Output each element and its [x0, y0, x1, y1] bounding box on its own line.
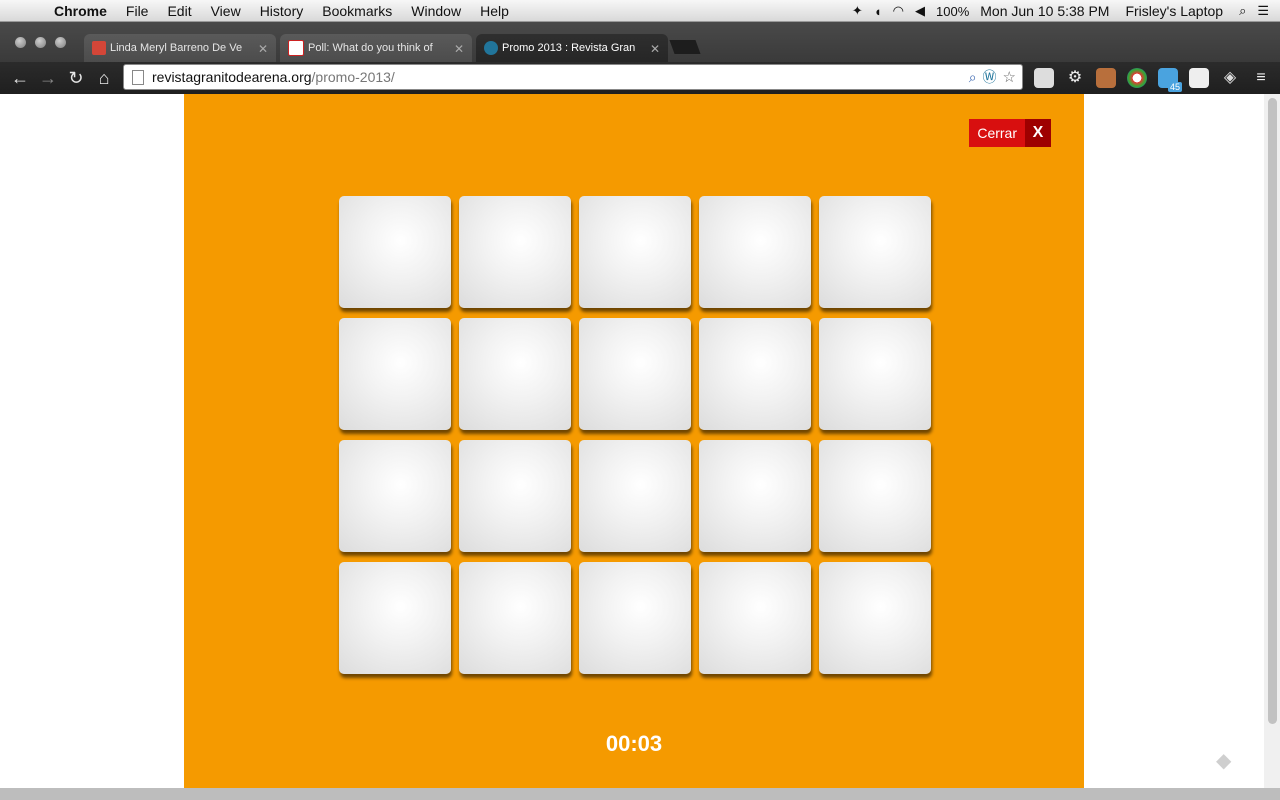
browser-toolbar: ← → ↻ ⌂ revistagranitodearena.org /promo…	[0, 62, 1280, 94]
tab-title: Promo 2013 : Revista Gran	[502, 42, 636, 54]
menu-view[interactable]: View	[211, 3, 241, 19]
spotlight-icon[interactable]: ⌕	[1239, 3, 1246, 19]
memory-card[interactable]	[579, 318, 691, 430]
menu-help[interactable]: Help	[480, 3, 509, 19]
menu-history[interactable]: History	[260, 3, 304, 19]
forward-icon[interactable]: →	[37, 67, 59, 89]
tab-title: Poll: What do you think of	[308, 42, 433, 54]
bookmark-star-icon[interactable]: ☆	[1003, 68, 1016, 86]
card-grid	[339, 196, 939, 674]
home-icon[interactable]: ⌂	[93, 67, 115, 89]
menu-file[interactable]: File	[126, 3, 149, 19]
memory-card[interactable]	[579, 562, 691, 674]
feedly-icon[interactable]: ◈	[1220, 68, 1240, 88]
gmail-icon	[92, 41, 106, 55]
search-icon[interactable]: ⌕	[969, 69, 977, 86]
twitter-badge: 45	[1167, 82, 1182, 92]
menu-edit[interactable]: Edit	[167, 3, 191, 19]
window-zoom-icon[interactable]	[55, 37, 66, 48]
close-label[interactable]: Cerrar	[969, 119, 1025, 147]
feedly-float-icon[interactable]: ◆	[1216, 748, 1240, 772]
new-tab-button[interactable]	[669, 40, 701, 54]
close-button[interactable]: Cerrar X	[969, 119, 1051, 147]
notification-center-icon[interactable]: ☰	[1257, 3, 1269, 19]
window-close-icon[interactable]	[15, 37, 26, 48]
wordpress-icon	[484, 41, 498, 55]
volume-icon[interactable]: ◀	[915, 3, 925, 19]
memory-card[interactable]	[459, 196, 571, 308]
tab-title: Linda Meryl Barreno De Ve	[110, 42, 243, 54]
window-minimize-icon[interactable]	[35, 37, 46, 48]
tab-close-icon[interactable]: ✕	[258, 42, 268, 56]
wordpress-ext-icon[interactable]: Ⓦ	[983, 67, 997, 87]
extension-blank-icon[interactable]	[1189, 68, 1209, 88]
memory-card[interactable]	[579, 440, 691, 552]
menu-window[interactable]: Window	[411, 3, 461, 19]
menu-bookmarks[interactable]: Bookmarks	[322, 3, 392, 19]
back-icon[interactable]: ←	[9, 67, 31, 89]
clock[interactable]: Mon Jun 10 5:38 PM	[980, 3, 1109, 19]
game-timer: 00:03	[605, 731, 663, 756]
headphones-icon[interactable]: ◖	[874, 4, 882, 19]
page-icon	[132, 69, 144, 85]
memory-card[interactable]	[339, 318, 451, 430]
dropbox-icon[interactable]: ✦	[852, 3, 863, 19]
memory-card[interactable]	[339, 196, 451, 308]
user-name[interactable]: Frisley's Laptop	[1125, 3, 1223, 19]
mac-menubar: Chrome File Edit View History Bookmarks …	[0, 0, 1280, 22]
color-picker-icon[interactable]	[1127, 68, 1147, 88]
memory-card[interactable]	[459, 318, 571, 430]
tab-strip: Linda Meryl Barreno De Ve ✕ Poll: What d…	[0, 22, 1280, 62]
url-host: revistagranitodearena.org	[152, 69, 312, 85]
memory-card[interactable]	[819, 440, 931, 552]
wifi-icon[interactable]: ◠	[893, 3, 904, 19]
tab-gmail[interactable]: Linda Meryl Barreno De Ve ✕	[84, 34, 276, 62]
url-path: /promo-2013/	[311, 69, 395, 85]
scrollbar-thumb[interactable]	[1268, 98, 1277, 724]
memory-card[interactable]	[339, 440, 451, 552]
instagram-icon[interactable]	[1096, 68, 1116, 88]
bottom-edge	[0, 788, 1280, 800]
tab-close-icon[interactable]: ✕	[650, 42, 660, 56]
memory-card[interactable]	[699, 440, 811, 552]
memory-card[interactable]	[699, 196, 811, 308]
battery-label[interactable]: 100%	[936, 4, 969, 19]
tab-poll[interactable]: Poll: What do you think of ✕	[280, 34, 472, 62]
memory-card[interactable]	[819, 318, 931, 430]
menu-app-name[interactable]: Chrome	[54, 3, 107, 19]
address-bar[interactable]: revistagranitodearena.org /promo-2013/ ⌕…	[123, 64, 1023, 90]
memory-card[interactable]	[579, 196, 691, 308]
twitter-icon[interactable]: 45	[1158, 68, 1182, 92]
memory-card[interactable]	[459, 562, 571, 674]
memory-game-overlay: Cerrar X 00:03	[184, 94, 1084, 788]
memory-card[interactable]	[699, 318, 811, 430]
chrome-menu-icon[interactable]: ≡	[1251, 68, 1271, 88]
memory-card[interactable]	[819, 562, 931, 674]
tab-close-icon[interactable]: ✕	[454, 42, 464, 56]
tab-promo[interactable]: Promo 2013 : Revista Gran ✕	[476, 34, 668, 62]
pocket-icon[interactable]	[1034, 68, 1054, 88]
reload-icon[interactable]: ↻	[65, 67, 87, 89]
memory-card[interactable]	[699, 562, 811, 674]
settings-gear-icon[interactable]: ⚙	[1065, 68, 1085, 88]
memory-card[interactable]	[819, 196, 931, 308]
close-icon[interactable]: X	[1025, 119, 1051, 147]
memory-card[interactable]	[459, 440, 571, 552]
tmw-icon	[288, 40, 304, 56]
memory-card[interactable]	[339, 562, 451, 674]
